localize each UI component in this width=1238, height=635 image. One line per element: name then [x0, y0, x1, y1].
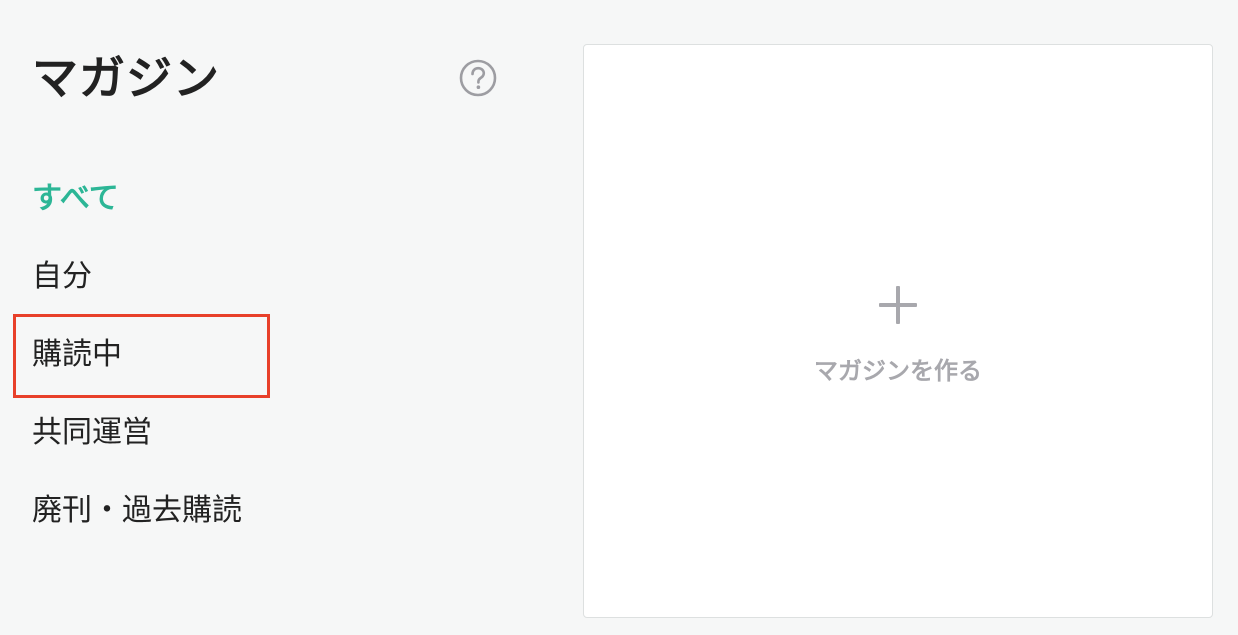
magazine-filter-nav: すべて 自分 購読中 共同運営 廃刊・過去購読 [32, 160, 432, 550]
nav-item-subscribed[interactable]: 購読中 [32, 316, 432, 394]
nav-item-discontinued-past[interactable]: 廃刊・過去購読 [32, 472, 432, 550]
question-circle-icon[interactable] [459, 59, 497, 97]
create-magazine-button[interactable]: マガジンを作る [583, 44, 1213, 618]
create-magazine-label: マガジンを作る [814, 357, 982, 385]
plus-icon [879, 286, 917, 324]
nav-item-mine[interactable]: 自分 [32, 238, 432, 316]
nav-item-all[interactable]: すべて [32, 160, 432, 238]
page-title: マガジン [32, 51, 220, 105]
nav-item-co-managed[interactable]: 共同運営 [32, 394, 432, 472]
